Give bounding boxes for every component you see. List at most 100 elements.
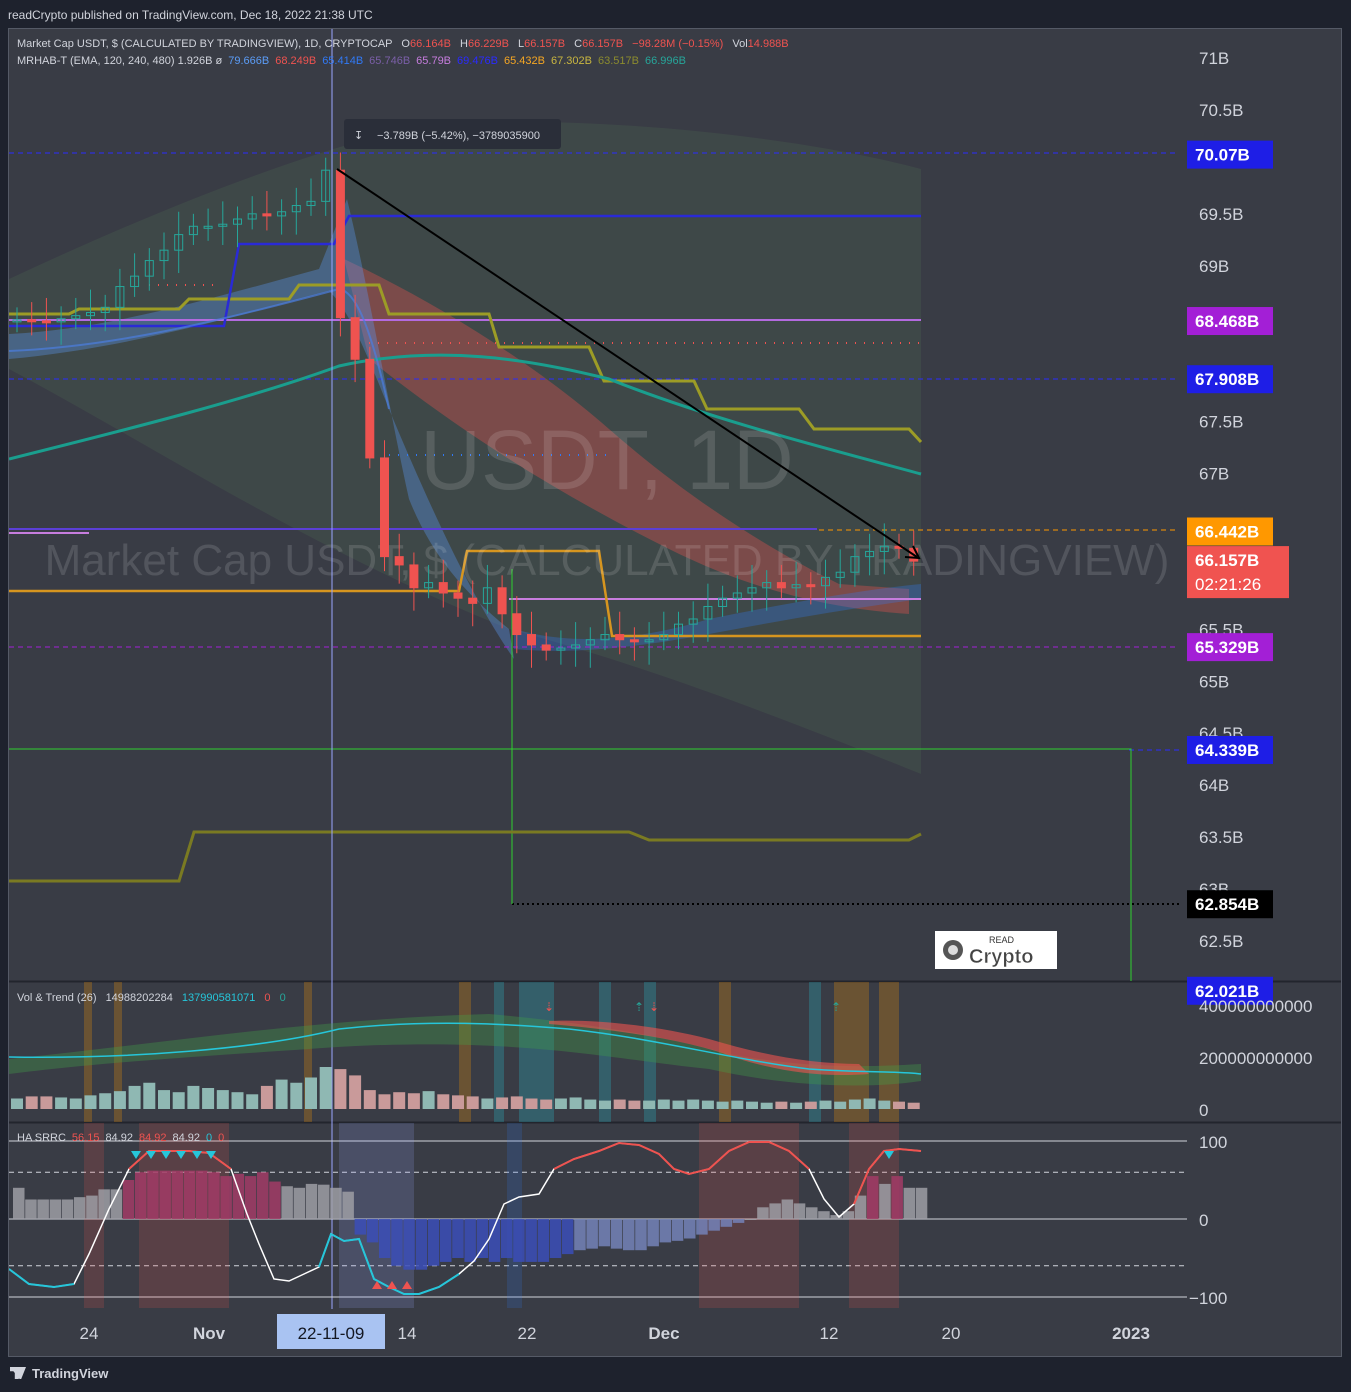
- watermark-ticker: USDT, 1D: [420, 413, 793, 507]
- volume-bar: [907, 1102, 920, 1109]
- volume-bar: [584, 1099, 597, 1109]
- vol-value-2: 137990581071: [182, 992, 255, 1004]
- ha-histogram-bar: [757, 1207, 769, 1219]
- vol-value-4: 0: [280, 992, 286, 1004]
- time-tick: 22: [518, 1324, 537, 1343]
- candle-body: [512, 613, 522, 636]
- price-tag-label: 66.442B: [1195, 522, 1259, 541]
- ha-histogram-bar: [684, 1219, 696, 1239]
- ha-legend: HA SRRC 56.15 84.92 84.92 84.92 0 0: [17, 1132, 224, 1144]
- volume-bar: [731, 1100, 744, 1109]
- volume-bar: [496, 1097, 509, 1109]
- ha-histogram-bar: [732, 1219, 745, 1223]
- price-tick: 70.5B: [1199, 101, 1243, 120]
- ha-histogram-bar: [549, 1219, 562, 1258]
- ha-histogram-bar: [769, 1203, 781, 1219]
- tradingview-icon: [10, 1367, 26, 1379]
- chart-frame[interactable]: USDT, 1D Market Cap USDT, $ (CALCULATED …: [8, 28, 1342, 1357]
- ha-value: 84.92: [139, 1132, 167, 1144]
- ha-histogram-bar: [49, 1199, 62, 1219]
- volume-bar: [775, 1101, 788, 1109]
- ha-histogram-bar: [25, 1199, 37, 1219]
- price-tick: 65B: [1199, 672, 1229, 691]
- volume-bar: [569, 1097, 582, 1109]
- ha-value: 0: [206, 1132, 212, 1144]
- svg-text:Market Cap USDT, $ (CALCULATED: Market Cap USDT, $ (CALCULATED BY TRADIN…: [17, 38, 789, 50]
- tradingview-logo[interactable]: TradingView: [10, 1366, 108, 1381]
- ha-histogram-bar: [708, 1219, 720, 1231]
- time-tick: Dec: [648, 1324, 679, 1343]
- volume-bar: [452, 1095, 464, 1109]
- ha-histogram-bar: [135, 1172, 147, 1219]
- volume-bar: [84, 1095, 97, 1109]
- volume-bar: [25, 1096, 38, 1109]
- watermark-name: Market Cap USDT, $ (CALCULATED BY TRADIN…: [45, 536, 1170, 585]
- volume-bar: [55, 1097, 68, 1109]
- ha-histogram-bar: [806, 1207, 818, 1219]
- ha-histogram-bar: [196, 1170, 208, 1219]
- time-tick: 20: [942, 1324, 961, 1343]
- price-tick: 69B: [1199, 257, 1229, 276]
- price-tick: 63.5B: [1199, 828, 1243, 847]
- ha-histogram-bar: [330, 1187, 342, 1219]
- ha-histogram-bar: [147, 1170, 159, 1219]
- legend-1: Market Cap USDT, $ (CALCULATED BY TRADIN…: [17, 38, 789, 50]
- ha-histogram-bar: [159, 1170, 171, 1219]
- ha-histogram-bar: [793, 1203, 806, 1219]
- ha-histogram-bar: [537, 1219, 550, 1262]
- candle-body: [409, 564, 419, 589]
- ha-histogram-bar: [476, 1219, 489, 1258]
- volume-bar: [790, 1102, 803, 1109]
- volume-bar: [378, 1094, 391, 1109]
- ha-histogram-bar: [257, 1172, 269, 1219]
- volume-bar: [349, 1075, 362, 1109]
- ha-value: 84.92: [105, 1132, 133, 1144]
- price-tick: 62.5B: [1199, 932, 1243, 951]
- price-tick: 67B: [1199, 465, 1229, 484]
- candle-body: [27, 319, 37, 323]
- ha-histogram-bar: [37, 1199, 49, 1219]
- ha-histogram-bar: [342, 1191, 354, 1219]
- cursor-date-label: 22-11-09: [298, 1324, 365, 1343]
- ha-histogram-bar: [818, 1211, 830, 1219]
- ha-histogram-bar: [318, 1184, 330, 1219]
- volume-bar: [643, 1100, 656, 1109]
- volume-bar: [231, 1092, 244, 1109]
- volume-bar: [187, 1085, 200, 1109]
- volume-bar: [848, 1099, 861, 1109]
- ha-histogram-bar: [745, 1219, 757, 1220]
- ha-histogram-bar: [220, 1176, 232, 1219]
- volume-bar: [657, 1099, 670, 1109]
- price-tag-label: 67.908B: [1195, 370, 1259, 389]
- vol-legend: Vol & Trend (26) 14988202284 13799058107…: [17, 992, 286, 1004]
- indicator-value: 63.517B: [598, 55, 639, 67]
- volume-bar: [878, 1100, 891, 1109]
- ha-histogram-bar: [13, 1187, 25, 1219]
- indicator-value: 66.996B: [645, 55, 686, 67]
- volume-bar: [510, 1096, 523, 1109]
- ha-histogram-bar: [598, 1219, 611, 1247]
- chart-svg[interactable]: USDT, 1D Market Cap USDT, $ (CALCULATED …: [9, 29, 1342, 1357]
- volume-bar: [819, 1100, 832, 1109]
- trend-down-arrow: ⇣: [544, 1000, 554, 1014]
- svg-text:MRHAB-T (EMA, 120, 240, 480) 1: MRHAB-T (EMA, 120, 240, 480) 1.926B ø 79.…: [17, 55, 686, 67]
- ha-histogram-bar: [122, 1180, 135, 1219]
- volume-bar: [363, 1090, 376, 1109]
- volume-bar: [260, 1085, 273, 1109]
- time-tick: 24: [80, 1324, 99, 1343]
- svg-text:HA SRRC56.1584.9284.9284.9200: HA SRRC 56.15 84.92 84.92 84.92 0 0: [17, 1132, 224, 1144]
- price-tag-label: 62.854B: [1195, 895, 1259, 914]
- ha-histogram-bar: [647, 1219, 659, 1247]
- indicator-value: 65.746B: [369, 55, 410, 67]
- volume-bar: [422, 1091, 435, 1109]
- candle-body: [350, 317, 360, 360]
- volume-bar: [672, 1100, 685, 1109]
- candle-body: [806, 584, 816, 588]
- ha-tick-3: −100: [1189, 1289, 1227, 1308]
- volume-bar: [525, 1098, 538, 1109]
- candle-body: [497, 587, 507, 615]
- volume-bar: [716, 1101, 729, 1109]
- ha-stripe: [507, 1123, 522, 1308]
- ha-histogram-bar: [354, 1219, 367, 1235]
- volume-bar: [760, 1102, 773, 1109]
